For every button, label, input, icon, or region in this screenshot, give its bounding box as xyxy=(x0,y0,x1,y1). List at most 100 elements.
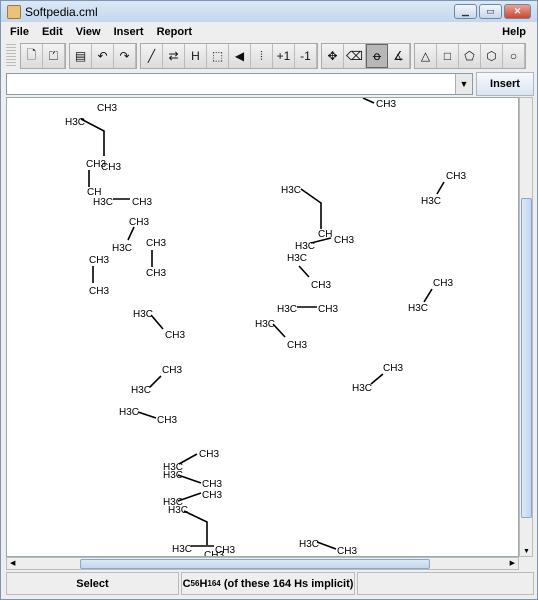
atom-label[interactable]: CH3 xyxy=(132,197,152,208)
atom-label[interactable]: CH3 xyxy=(146,268,166,279)
atom-label[interactable]: H3C xyxy=(131,385,151,396)
atom-label[interactable]: CH3 xyxy=(97,103,117,114)
atom-label[interactable]: H3C xyxy=(65,117,85,128)
hash-bond-tool-button[interactable]: ⦙ xyxy=(251,44,273,68)
atom-label[interactable]: H3C xyxy=(287,253,307,264)
atom-label[interactable]: CH3 xyxy=(146,238,166,249)
bond-line[interactable] xyxy=(298,265,310,278)
pentagon-tool-button[interactable]: ⬠ xyxy=(459,44,481,68)
vertical-scrollbar[interactable]: ▼ xyxy=(519,97,533,557)
bond-line[interactable] xyxy=(436,181,445,195)
menu-view[interactable]: View xyxy=(71,26,106,38)
redo-tool-button[interactable]: ↷ xyxy=(114,44,136,68)
vertical-scroll-thumb[interactable] xyxy=(521,198,532,518)
toolbar-group: ╱ ⇄ H ⬚ ◀ ⦙ +1 -1 xyxy=(140,43,318,69)
horizontal-scroll-thumb[interactable] xyxy=(80,559,430,569)
smiles-combo-input[interactable]: ▼ xyxy=(6,73,473,95)
atom-label[interactable]: CH3 xyxy=(334,235,354,246)
atom-label[interactable]: H3C xyxy=(299,539,319,550)
atom-label[interactable]: CH3 xyxy=(89,255,109,266)
angle-tool-button[interactable]: ∡ xyxy=(388,44,410,68)
bond-line[interactable] xyxy=(362,97,375,104)
atom-label[interactable]: CH3 xyxy=(162,365,182,376)
atom-label[interactable]: CH3 xyxy=(101,162,121,173)
minimize-button[interactable]: ▁ xyxy=(454,4,477,19)
atom-label[interactable]: CH3 xyxy=(383,363,403,374)
menu-report[interactable]: Report xyxy=(152,26,197,38)
save-tool-button[interactable]: ▤ xyxy=(70,44,92,68)
atom-label[interactable]: H3C xyxy=(119,407,139,418)
triangle-tool-button[interactable]: △ xyxy=(415,44,437,68)
atom-label[interactable]: H3C xyxy=(352,383,372,394)
eraser-tool-button[interactable]: ⌫ xyxy=(344,44,366,68)
atom-label[interactable]: CH3 xyxy=(337,546,357,557)
lasso-tool-button[interactable]: ꝋ xyxy=(366,44,388,68)
molecule-canvas[interactable]: CH3 H3C CH3 CH3 CH H3C CH3 CH3 H3C CH3 CH3 CH3 CH3 H3… xyxy=(6,97,519,561)
hexagon-tool-button[interactable]: ⬡ xyxy=(481,44,503,68)
atom-label[interactable]: CH3 xyxy=(199,449,219,460)
menu-edit[interactable]: Edit xyxy=(37,26,68,38)
bond-line[interactable] xyxy=(423,288,433,303)
select-region-tool-button[interactable]: ⬚ xyxy=(207,44,229,68)
atom-label[interactable]: H3C xyxy=(168,505,188,516)
close-button[interactable]: ✕ xyxy=(504,4,531,19)
java-app-icon xyxy=(7,4,21,19)
atom-label[interactable]: CH xyxy=(318,229,332,240)
atom-label[interactable]: H3C xyxy=(163,470,183,481)
atom-label[interactable]: CH3 xyxy=(129,217,149,228)
reaction-arrows-tool-button[interactable]: ⇄ xyxy=(163,44,185,68)
atom-label[interactable]: H3C xyxy=(172,544,192,555)
atom-label[interactable]: CH3 xyxy=(376,99,396,110)
bond-line[interactable] xyxy=(137,411,157,419)
formula-c-count: 56 xyxy=(190,579,200,588)
atom-label[interactable]: CH3 xyxy=(311,280,331,291)
atom-label[interactable]: H3C xyxy=(295,241,315,252)
atom-label[interactable]: H3C xyxy=(133,309,153,320)
atom-label[interactable]: CH3 xyxy=(204,550,224,561)
undo-tool-button[interactable]: ↶ xyxy=(92,44,114,68)
menu-help[interactable]: Help xyxy=(497,26,531,38)
atom-label[interactable]: H3C xyxy=(277,304,297,315)
single-bond-tool-button[interactable]: ╱ xyxy=(141,44,163,68)
atom-label[interactable]: H3C xyxy=(112,243,132,254)
toolbar-grip[interactable] xyxy=(6,44,16,68)
atom-label[interactable]: CH3 xyxy=(287,340,307,351)
bond-line[interactable] xyxy=(149,375,162,388)
bond-line[interactable] xyxy=(370,373,384,385)
menu-file[interactable]: File xyxy=(5,26,34,38)
square-tool-button[interactable]: □ xyxy=(437,44,459,68)
scroll-left-icon[interactable]: ◀ xyxy=(10,559,15,567)
atom-label[interactable]: CH3 xyxy=(202,479,222,490)
atom-label[interactable]: CH3 xyxy=(89,286,109,297)
atom-label[interactable]: CH3 xyxy=(446,171,466,182)
atom-label[interactable]: H3C xyxy=(421,196,441,207)
atom-label[interactable]: CH3 xyxy=(318,304,338,315)
bond-line[interactable] xyxy=(316,541,337,550)
new-file-tool-button[interactable]: 🗋 xyxy=(21,44,43,68)
dropdown-arrow-icon[interactable]: ▼ xyxy=(455,74,472,94)
atom-label[interactable]: CH3 xyxy=(202,490,222,501)
atom-label[interactable]: CH3 xyxy=(157,415,177,426)
move-tool-button[interactable]: ✥ xyxy=(322,44,344,68)
atom-label[interactable]: H3C xyxy=(408,303,428,314)
bond-line[interactable] xyxy=(127,226,135,241)
atom-label[interactable]: CH3 xyxy=(165,330,185,341)
open-file-tool-button[interactable]: ⏍ xyxy=(43,44,65,68)
bond-line[interactable] xyxy=(300,188,322,229)
atom-label[interactable]: CH3 xyxy=(433,278,453,289)
insert-button[interactable]: Insert xyxy=(476,72,534,96)
maximize-button[interactable]: ▭ xyxy=(479,4,502,19)
atom-label[interactable]: H3C xyxy=(281,185,301,196)
charge-plus-tool-button[interactable]: +1 xyxy=(273,44,295,68)
hydrogen-labels-tool-button[interactable]: H xyxy=(185,44,207,68)
atom-label[interactable]: H3C xyxy=(93,197,113,208)
charge-minus-tool-button[interactable]: -1 xyxy=(295,44,317,68)
atom-label[interactable]: H3C xyxy=(255,319,275,330)
scroll-down-icon[interactable]: ▼ xyxy=(523,548,530,555)
menu-insert[interactable]: Insert xyxy=(109,26,149,38)
bond-line[interactable] xyxy=(183,510,208,545)
heptagon-tool-button[interactable]: ○ xyxy=(503,44,525,68)
wedge-bond-tool-button[interactable]: ◀ xyxy=(229,44,251,68)
scroll-right-icon[interactable]: ▶ xyxy=(510,559,515,567)
horizontal-scrollbar[interactable]: ◀ ▶ xyxy=(6,557,519,570)
